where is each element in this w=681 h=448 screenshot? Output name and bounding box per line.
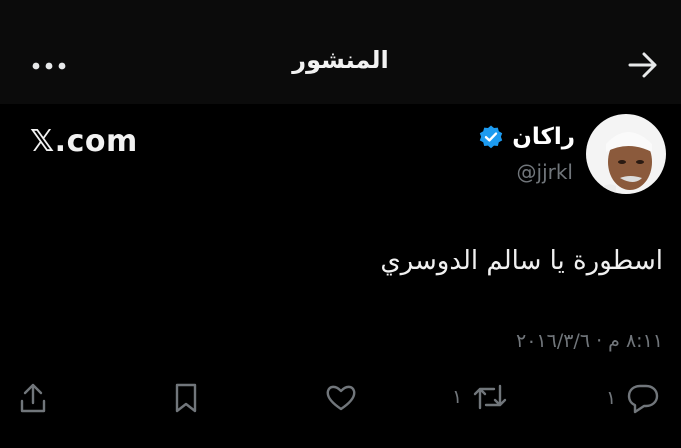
retweet-icon bbox=[472, 382, 508, 412]
share-icon bbox=[18, 382, 48, 414]
retweet-button[interactable]: ١ bbox=[452, 382, 508, 412]
author-name-row[interactable]: راكان bbox=[478, 124, 575, 150]
author-handle[interactable]: @jjrkl bbox=[517, 160, 573, 184]
avatar[interactable] bbox=[586, 114, 666, 194]
tweet-timestamp[interactable]: ٨:١١ م · ٢٠١٦/٣/٦ bbox=[516, 330, 663, 352]
retweet-count: ١ bbox=[452, 386, 463, 408]
reply-button[interactable]: ١ bbox=[606, 382, 660, 414]
x-com-watermark: 𝕏.com bbox=[30, 124, 138, 159]
top-bar: المنشور bbox=[0, 0, 681, 104]
bookmark-icon bbox=[172, 382, 200, 414]
tweet-text: اسطورة يا سالم الدوسري bbox=[380, 246, 663, 276]
reply-count: ١ bbox=[606, 387, 617, 409]
author-name: راكان bbox=[512, 124, 575, 150]
action-bar: ١ ١ bbox=[0, 376, 681, 426]
heart-icon bbox=[325, 382, 357, 412]
page-title: المنشور bbox=[292, 46, 389, 74]
arrow-right-icon bbox=[628, 52, 657, 78]
reply-icon bbox=[626, 382, 660, 414]
verified-badge-icon bbox=[480, 125, 503, 149]
bookmark-button[interactable] bbox=[172, 382, 200, 414]
avatar-image bbox=[586, 114, 666, 194]
share-button[interactable] bbox=[18, 382, 48, 414]
back-button[interactable] bbox=[627, 50, 659, 80]
like-button[interactable] bbox=[325, 382, 357, 412]
